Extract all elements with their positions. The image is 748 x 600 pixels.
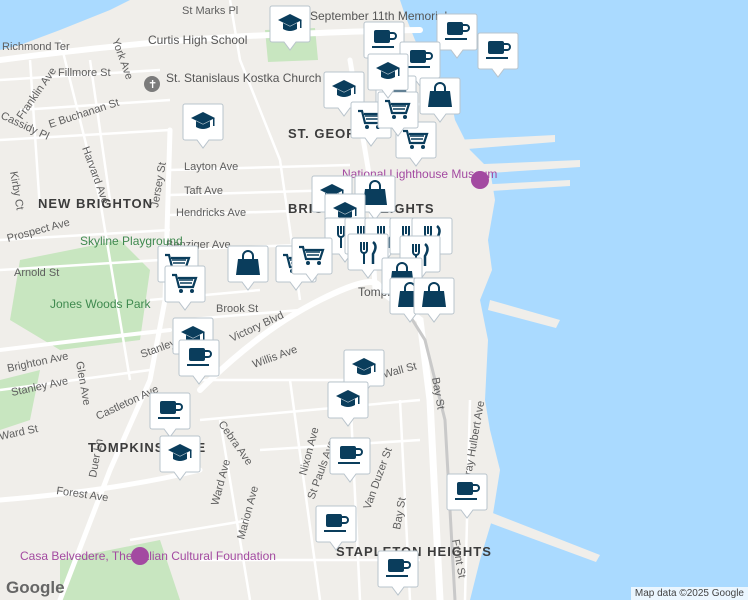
svg-text:Fillmore St: Fillmore St — [58, 67, 111, 79]
museum-icon — [471, 171, 489, 189]
svg-text:Taft Ave: Taft Ave — [184, 185, 223, 197]
cross-glyph: ✝ — [148, 79, 157, 91]
label-curtis-high-school[interactable]: Curtis High School — [148, 33, 247, 47]
label-jones-woods-park: Jones Woods Park — [50, 297, 151, 311]
svg-text:Richmond Ter: Richmond Ter — [2, 41, 70, 53]
svg-text:Layton Ave: Layton Ave — [184, 161, 238, 173]
svg-text:St Marks Pl: St Marks Pl — [182, 5, 238, 17]
label-new-brighton: NEW BRIGHTON — [38, 196, 153, 211]
google-logo: Google — [6, 578, 65, 597]
map-canvas[interactable]: NEW BRIGHTON ST. GEORGE BRIGHTON HEIGHTS… — [0, 0, 748, 600]
svg-text:Arnold St: Arnold St — [14, 267, 59, 279]
label-sept11-memorial[interactable]: September 11th Memorial — [310, 9, 447, 23]
label-st-stanislaus[interactable]: St. Stanislaus Kostka Church — [166, 71, 321, 85]
museum-icon — [131, 547, 149, 565]
svg-text:Hendricks Ave: Hendricks Ave — [176, 207, 246, 219]
map-attribution[interactable]: Map data ©2025 Google — [630, 587, 748, 600]
svg-text:Brook St: Brook St — [216, 303, 258, 315]
